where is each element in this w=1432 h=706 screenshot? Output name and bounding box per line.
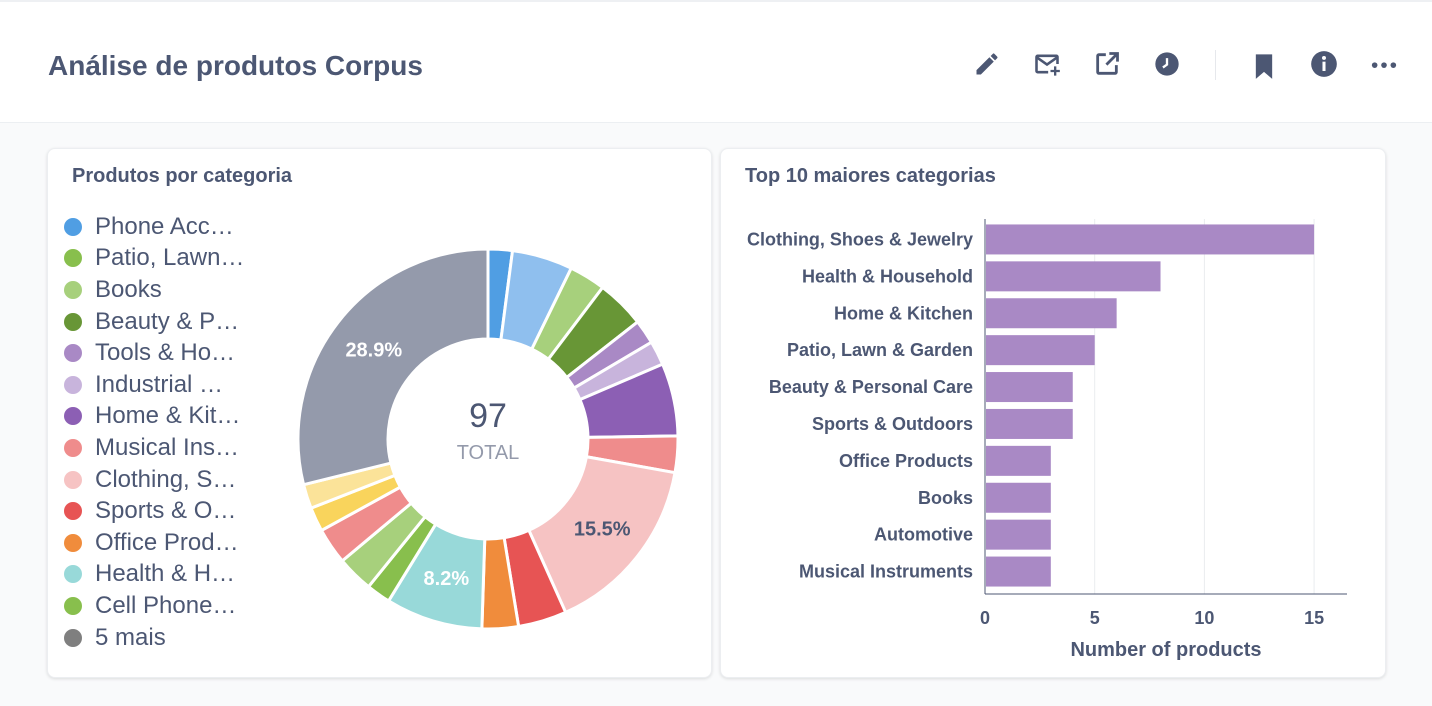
bar[interactable] [986, 445, 1051, 476]
bar[interactable] [986, 482, 1051, 513]
legend-dot [64, 533, 82, 552]
pencil-icon[interactable] [973, 50, 1001, 78]
y-tick-label: Musical Instruments [799, 562, 973, 582]
legend-label: Industrial … [95, 370, 224, 398]
legend-label: Home & Kit… [95, 402, 241, 430]
legend-dot [64, 249, 82, 268]
legend-label: Musical Ins… [95, 433, 240, 461]
legend-item[interactable]: Cell Phone… [64, 590, 244, 622]
toolbar-divider [1215, 50, 1216, 80]
x-tick-label: 15 [1304, 608, 1324, 628]
legend-label: Beauty & P… [95, 307, 240, 335]
bar[interactable] [986, 372, 1073, 403]
bar[interactable] [986, 224, 1315, 255]
legend-dot [64, 596, 82, 615]
legend-item[interactable]: Tools & Ho… [64, 337, 244, 369]
legend-item[interactable]: Office Prod… [64, 527, 244, 559]
legend-label: Tools & Ho… [95, 339, 236, 367]
legend-dot [64, 375, 82, 394]
legend-dot [64, 217, 82, 236]
x-tick-label: 10 [1194, 608, 1214, 628]
legend-item[interactable]: Musical Ins… [64, 432, 244, 464]
legend-item[interactable]: Books [64, 274, 244, 306]
clock-icon[interactable] [1153, 50, 1181, 78]
y-tick-label: Home & Kitchen [834, 303, 973, 323]
y-tick-label: Books [918, 488, 973, 508]
legend-dot [64, 344, 82, 363]
card-title[interactable]: Produtos por categoria [72, 165, 292, 188]
legend-dot [64, 280, 82, 299]
legend-item[interactable]: Industrial … [64, 369, 244, 401]
y-tick-label: Clothing, Shoes & Jewelry [747, 229, 973, 249]
bar[interactable] [986, 556, 1051, 587]
more-icon[interactable] [1370, 50, 1398, 78]
y-tick-label: Office Products [839, 451, 973, 471]
chart-legend: Phone Acc… Patio, Lawn… Books Beauty & P… To… [64, 211, 244, 653]
legend-dot [64, 407, 82, 426]
x-tick-label: 5 [1090, 608, 1100, 628]
legend-label: Patio, Lawn… [95, 244, 245, 272]
bar[interactable] [986, 519, 1051, 550]
legend-dot [64, 628, 82, 647]
x-tick-label: 0 [980, 608, 990, 628]
bar[interactable] [986, 408, 1073, 439]
dashboard-header: Análise de produtos Corpus [0, 2, 1432, 123]
y-tick-label: Beauty & Personal Care [769, 377, 973, 397]
y-tick-label: Sports & Outdoors [812, 414, 973, 434]
legend-item[interactable]: Patio, Lawn… [64, 243, 244, 275]
bar[interactable] [986, 261, 1161, 292]
slice-label: 15.5% [574, 518, 631, 540]
total-label: TOTAL [457, 442, 520, 464]
donut-card: Produtos por categoria Phone Acc… Patio, … [47, 148, 712, 678]
bar[interactable] [986, 298, 1117, 329]
slice-label: 28.9% [345, 340, 402, 362]
legend-dot [64, 565, 82, 584]
legend-item[interactable]: Beauty & P… [64, 306, 244, 338]
slice-label: 8.2% [424, 568, 470, 590]
legend-label: Health & H… [95, 560, 236, 588]
y-tick-label: Patio, Lawn & Garden [787, 340, 973, 360]
legend-item[interactable]: Clothing, S… [64, 464, 244, 496]
share-external-icon[interactable] [1093, 50, 1121, 78]
y-tick-label: Health & Household [802, 266, 973, 286]
x-axis-title: Number of products [1070, 639, 1261, 661]
legend-dot [64, 438, 82, 457]
info-icon[interactable] [1310, 50, 1338, 78]
legend-label: Cell Phone… [95, 591, 237, 619]
legend-label: 5 mais [95, 623, 166, 651]
legend-item[interactable]: Phone Acc… [64, 211, 244, 243]
legend-label: Clothing, S… [95, 465, 237, 493]
bar[interactable] [986, 335, 1095, 366]
total-value: 97 [469, 397, 507, 435]
legend-item[interactable]: Health & H… [64, 559, 244, 591]
mail-add-icon[interactable] [1033, 50, 1061, 78]
legend-label: Office Prod… [95, 528, 239, 556]
legend-dot [64, 502, 82, 521]
legend-dot [64, 470, 82, 489]
legend-dot [64, 312, 82, 331]
legend-label: Sports & O… [95, 497, 237, 525]
y-tick-label: Automotive [874, 525, 973, 545]
donut-chart: 28.9% 15.5% 8.2% 97 TOTAL [296, 247, 680, 631]
bar-chart: Clothing, Shoes & Jewelry Health & Househ… [747, 219, 1347, 661]
legend-item[interactable]: Sports & O… [64, 495, 244, 527]
legend-item[interactable]: 5 mais [64, 622, 244, 654]
legend-label: Phone Acc… [95, 212, 234, 240]
bar-card: Top 10 maiores categorias Clothing, Shoe… [720, 148, 1386, 678]
bookmark-icon[interactable] [1250, 52, 1278, 80]
legend-label: Books [95, 275, 162, 303]
legend-item[interactable]: Home & Kit… [64, 401, 244, 433]
page-title: Análise de produtos Corpus [48, 50, 423, 81]
